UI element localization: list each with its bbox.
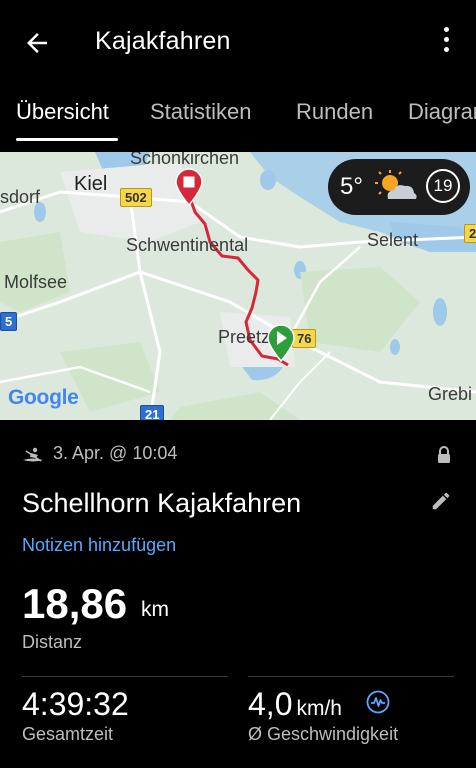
tab-overview[interactable]: Übersicht [16, 99, 109, 125]
route-map[interactable]: Schonkirchen Kiel sdorf 502 Schwentinent… [0, 152, 476, 420]
divider [22, 676, 228, 677]
avg-speed-unit: km/h [296, 697, 342, 720]
map-label-schwentinental: Schwentinental [126, 235, 249, 255]
back-arrow-icon[interactable] [22, 28, 52, 58]
weather-badge: 5° 19 [328, 159, 470, 215]
avg-speed-value: 4,0 [248, 686, 293, 722]
tab-laps[interactable]: Runden [296, 99, 373, 125]
distance-label: Distanz [22, 632, 83, 652]
weather-temperature: 5° [340, 173, 363, 200]
top-app-bar: Kajakfahren [0, 0, 476, 86]
map-label-kiel: Kiel [74, 173, 108, 195]
google-attribution: Google [8, 386, 79, 409]
route-end-marker-icon [175, 168, 203, 206]
map-label-molfsee: Molfsee [4, 272, 68, 292]
road-shield-2: 2 [464, 224, 476, 243]
tab-statistics[interactable]: Statistiken [150, 99, 252, 125]
road-shield-21: 21 [140, 405, 165, 420]
page-title: Kajakfahren [95, 27, 231, 55]
avg-speed-label: Ø Geschwindigkeit [248, 724, 399, 744]
wind-speed-indicator: 19 [426, 169, 460, 203]
map-label-grebin: Grebi [428, 384, 473, 404]
add-notes-link[interactable]: Notizen hinzufügen [22, 535, 176, 556]
distance-value: 18,86 [22, 580, 128, 627]
avg-speed-stat: 4,0 km/h [248, 686, 342, 723]
activity-name: Schellhorn Kajakfahren [22, 488, 302, 518]
total-time-value: 4:39:32 [22, 686, 129, 722]
map-label-schonkirchen: Schonkirchen [130, 152, 240, 168]
tab-charts[interactable]: Diagramme [408, 99, 476, 125]
more-options-icon[interactable] [436, 27, 456, 59]
map-label-selent: Selent [367, 230, 419, 250]
tab-bar: Übersicht Statistiken Runden Diagramme [0, 86, 476, 152]
map-label-sdorf: sdorf [0, 187, 41, 207]
total-time-label: Gesamtzeit [22, 724, 114, 744]
distance-unit: km [141, 598, 169, 621]
divider [248, 676, 454, 677]
kayak-icon [23, 447, 43, 462]
activity-date: 3. Apr. @ 10:04 [53, 443, 178, 463]
map-label-preetz: Preetz [218, 327, 271, 347]
road-shield-502: 502 [120, 188, 152, 207]
partly-cloudy-sun-icon [375, 170, 417, 199]
lock-icon[interactable] [437, 446, 451, 464]
road-shield-5: 5 [0, 312, 18, 331]
active-tab-indicator [16, 138, 118, 141]
route-start-marker-icon [267, 324, 295, 362]
edit-pencil-icon[interactable] [430, 490, 452, 512]
speed-chart-icon[interactable] [366, 690, 390, 714]
